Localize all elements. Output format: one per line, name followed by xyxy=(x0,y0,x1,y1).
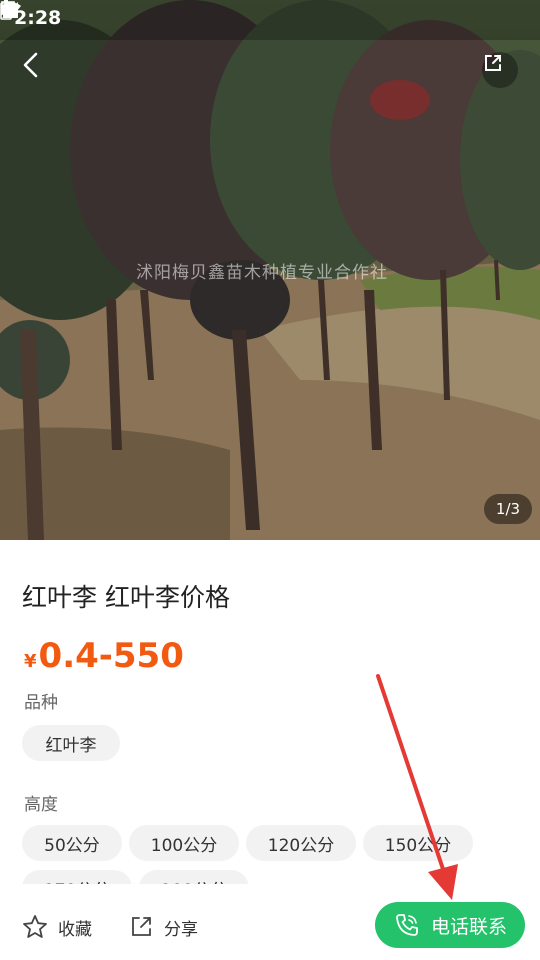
battery-icon xyxy=(0,0,12,20)
share-label: 分享 xyxy=(164,919,198,940)
height-option-50[interactable]: 50公分 xyxy=(22,825,122,861)
image-watermark: 沭阳梅贝鑫苗木种植专业合作社 xyxy=(136,263,388,283)
height-option-120[interactable]: 120公分 xyxy=(246,825,356,861)
back-button[interactable] xyxy=(20,52,56,88)
star-icon xyxy=(23,915,47,938)
height-option-150[interactable]: 150公分 xyxy=(363,825,473,861)
currency-symbol: ¥ xyxy=(24,651,37,672)
price-range: 0.4-550 xyxy=(38,636,184,676)
variety-label: 品种 xyxy=(24,693,58,713)
product-image[interactable]: 沭阳梅贝鑫苗木种植专业合作社 2:28 A 1/3 xyxy=(0,0,540,540)
favorite-label: 收藏 xyxy=(58,919,92,940)
status-bar: 2:28 A xyxy=(0,0,540,36)
variety-option[interactable]: 红叶李 xyxy=(22,725,120,761)
product-title: 红叶李 红叶李价格 xyxy=(22,583,230,612)
favorite-button[interactable]: 收藏 xyxy=(22,914,92,940)
chevron-left-icon xyxy=(23,52,38,78)
height-option-100[interactable]: 100公分 xyxy=(129,825,239,861)
call-label: 电话联系 xyxy=(430,915,507,938)
image-page-indicator: 1/3 xyxy=(484,494,532,524)
height-label: 高度 xyxy=(24,795,58,815)
phone-icon xyxy=(396,914,418,936)
top-share-button[interactable] xyxy=(482,52,518,88)
share-icon xyxy=(485,55,501,71)
price: ¥ 0.4-550 xyxy=(24,636,184,676)
call-button[interactable]: 电话联系 xyxy=(375,902,525,948)
share-button[interactable]: 分享 xyxy=(128,914,198,940)
share-icon xyxy=(132,917,151,936)
